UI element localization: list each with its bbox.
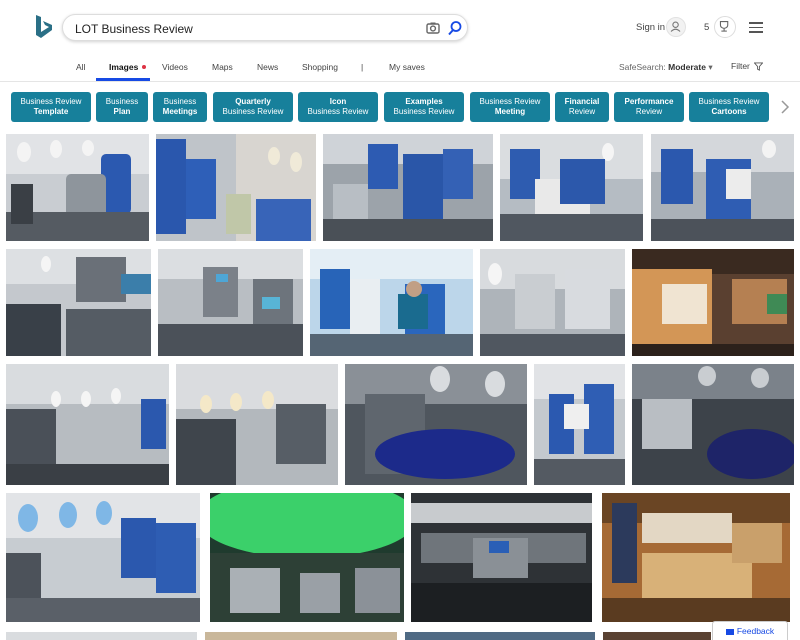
tab-news[interactable]: News	[257, 62, 278, 72]
chip-line-bold: Quarterly	[235, 97, 271, 106]
chip-line: Business Review	[222, 107, 284, 116]
image-result[interactable]	[210, 493, 404, 622]
new-dot-icon	[142, 65, 146, 69]
related-chip[interactable]: Business Review Template	[11, 92, 91, 122]
related-chip[interactable]: Performance Review	[614, 92, 684, 122]
feedback-icon	[725, 628, 734, 635]
chip-line: Business Review	[479, 97, 541, 106]
chip-line: Business Review	[20, 97, 82, 106]
image-result[interactable]	[632, 364, 794, 485]
related-chip[interactable]: Business Review Meeting	[470, 92, 550, 122]
hamburger-menu-icon[interactable]	[749, 22, 763, 33]
related-chip[interactable]: Financial Review	[555, 92, 609, 122]
related-chip[interactable]: Examples Business Review	[384, 92, 464, 122]
related-chip[interactable]: Business Plan	[96, 92, 148, 122]
avatar[interactable]	[666, 17, 686, 37]
feedback-label: Feedback	[736, 626, 775, 636]
tab-my-saves[interactable]: My saves	[389, 62, 425, 72]
chip-line-bold: Meetings	[162, 107, 198, 116]
image-result[interactable]	[6, 134, 149, 241]
chip-line: Review	[635, 107, 663, 116]
image-result[interactable]	[205, 632, 397, 640]
chip-line-bold: Plan	[113, 107, 131, 116]
chip-line-bold: Meeting	[494, 107, 526, 116]
related-chip[interactable]: Business Review Cartoons	[689, 92, 769, 122]
search-box	[62, 14, 468, 41]
safesearch-value: Moderate	[668, 62, 706, 72]
filter-icon	[753, 62, 764, 72]
chip-line-bold: Template	[33, 107, 69, 116]
image-result[interactable]	[6, 632, 197, 640]
image-result[interactable]	[176, 364, 338, 485]
feedback-button[interactable]: Feedback	[712, 621, 788, 640]
tab-images[interactable]: Images	[109, 62, 138, 72]
user-icon	[670, 21, 681, 32]
image-result[interactable]	[310, 249, 473, 356]
chip-line: Business	[105, 97, 139, 106]
image-result[interactable]	[6, 493, 200, 622]
tab-videos[interactable]: Videos	[162, 62, 188, 72]
search-input[interactable]	[75, 20, 405, 37]
image-result[interactable]	[411, 493, 592, 622]
image-result[interactable]	[405, 632, 595, 640]
header: Sign in 5 All Images Videos Maps News Sh…	[0, 0, 800, 82]
safesearch-label: SafeSearch:	[619, 62, 666, 72]
rewards-button[interactable]	[714, 16, 736, 38]
camera-icon[interactable]	[425, 20, 441, 36]
chip-line: Business Review	[307, 107, 369, 116]
search-icon[interactable]	[447, 20, 463, 36]
chip-line: Business Review	[393, 107, 455, 116]
chevron-down-icon: ▾	[708, 62, 713, 72]
chip-line-bold: Cartoons	[711, 107, 747, 116]
image-result[interactable]	[156, 134, 316, 241]
chip-line-bold: Financial	[564, 97, 600, 106]
sign-in-link[interactable]: Sign in	[636, 22, 665, 33]
image-result[interactable]	[6, 249, 151, 356]
tab-shopping[interactable]: Shopping	[302, 62, 338, 72]
active-tab-underline	[96, 78, 150, 81]
tab-all[interactable]: All	[76, 62, 85, 72]
tab-maps[interactable]: Maps	[212, 62, 233, 72]
nav-divider: |	[361, 62, 364, 72]
image-result[interactable]	[323, 134, 493, 241]
image-result[interactable]	[500, 134, 643, 241]
image-result[interactable]	[345, 364, 527, 485]
chip-line: Review	[568, 107, 596, 116]
safesearch-dropdown[interactable]: SafeSearch: Moderate ▾	[619, 62, 713, 73]
image-result[interactable]	[534, 364, 625, 485]
related-chip[interactable]: Icon Business Review	[298, 92, 378, 122]
chevron-right-icon[interactable]	[780, 100, 790, 114]
filter-button[interactable]: Filter	[731, 61, 764, 72]
nav-bar: All Images Videos Maps News Shopping | M…	[0, 58, 800, 82]
image-result[interactable]	[651, 134, 794, 241]
image-result[interactable]	[6, 364, 169, 485]
chip-line: Business	[163, 97, 197, 106]
rewards-count: 5	[704, 22, 710, 33]
chip-line-bold: Performance	[624, 97, 674, 106]
related-chip[interactable]: Quarterly Business Review	[213, 92, 293, 122]
image-result[interactable]	[603, 632, 711, 640]
related-searches: Business Review Template Business Plan Bus…	[11, 92, 791, 122]
chip-line: Business Review	[698, 97, 760, 106]
image-result[interactable]	[480, 249, 625, 356]
image-result[interactable]	[602, 493, 790, 622]
chip-line-bold: Icon	[329, 97, 347, 106]
image-result[interactable]	[158, 249, 303, 356]
image-result[interactable]	[632, 249, 794, 356]
bing-logo-icon[interactable]	[34, 14, 54, 40]
related-chip[interactable]: Business Meetings	[153, 92, 207, 122]
trophy-icon	[719, 21, 729, 32]
chip-line-bold: Examples	[405, 97, 443, 106]
filter-label: Filter	[731, 61, 750, 71]
